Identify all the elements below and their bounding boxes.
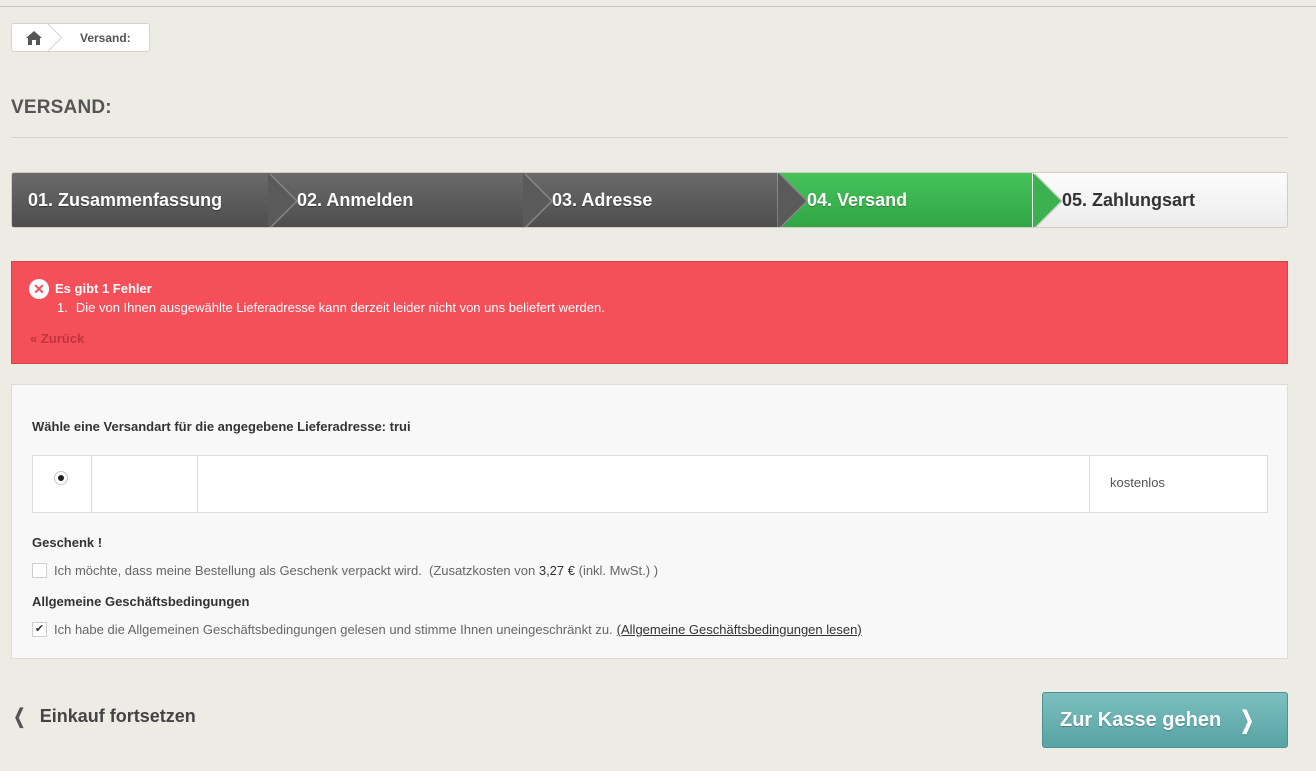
shipping-heading: Wähle eine Versandart für die angegebene…	[32, 419, 411, 434]
breadcrumb: Versand:	[11, 23, 150, 52]
page-title: VERSAND:	[11, 97, 112, 118]
title-divider	[11, 137, 1288, 138]
breadcrumb-home[interactable]	[12, 24, 56, 51]
radio-selected-dot	[58, 475, 64, 481]
checkout-steps: 01. Zusammenfassung 02. Anmelden 03. Adr…	[11, 172, 1288, 228]
step-label: 03. Adresse	[552, 189, 653, 210]
gift-option: Ich möchte, dass meine Bestellung als Ge…	[32, 563, 658, 578]
terms-title: Allgemeine Geschäftsbedingungen	[32, 594, 250, 609]
error-title: Es gibt 1 Fehler	[55, 281, 152, 296]
carrier-logo-cell	[92, 456, 198, 512]
carrier-price-cell: kostenlos	[1090, 456, 1267, 512]
chevron-right-icon: ❯	[1240, 706, 1255, 734]
checkout-button-label: Zur Kasse gehen	[1060, 708, 1222, 731]
chevron-left-icon: ❮	[13, 706, 26, 728]
breadcrumb-current: Versand:	[80, 30, 131, 45]
step-label: 02. Anmelden	[297, 189, 414, 210]
error-item: 1. Die von Ihnen ausgewählte Lieferadress…	[57, 300, 605, 315]
gift-label-end: (inkl. MwSt.) )	[575, 563, 659, 578]
step-login[interactable]: 02. Anmelden	[267, 173, 553, 227]
error-item-text: Die von Ihnen ausgewählte Lieferadresse …	[75, 300, 605, 315]
continue-shopping-link[interactable]: ❮ Einkauf fortsetzen	[11, 704, 196, 729]
carrier-radio[interactable]	[54, 471, 68, 485]
carrier-radio-cell	[33, 456, 92, 512]
gift-price: 3,27 €	[538, 563, 575, 578]
step-label: 04. Versand	[807, 189, 908, 210]
terms-checkbox[interactable]: ✔	[32, 622, 47, 637]
gift-label-start: Ich möchte, dass meine Bestellung als Ge…	[54, 563, 539, 578]
step-summary[interactable]: 01. Zusammenfassung	[12, 173, 298, 227]
carrier-description-cell	[198, 456, 1090, 512]
close-circle-icon: ✕	[29, 279, 49, 299]
checkout-button[interactable]: Zur Kasse gehen ❯	[1042, 692, 1288, 748]
carrier-option-row[interactable]: kostenlos	[32, 455, 1268, 513]
step-label: 05. Zahlungsart	[1062, 189, 1196, 210]
terms-link[interactable]: (Allgemeine Geschäftsbedingungen lesen)	[617, 622, 862, 637]
error-alert: ✕ Es gibt 1 Fehler 1. Die von Ihnen ausge…	[11, 261, 1288, 364]
step-label: 01. Zusammenfassung	[28, 189, 223, 210]
terms-label: Ich habe die Allgemeinen Geschäftsbeding…	[54, 622, 613, 637]
gift-title: Geschenk !	[32, 535, 103, 550]
carrier-price: kostenlos	[1110, 475, 1165, 490]
step-shipping: 04. Versand	[777, 173, 1063, 227]
continue-shopping-label: Einkauf fortsetzen	[39, 706, 196, 726]
gift-checkbox[interactable]	[32, 563, 47, 578]
back-link[interactable]: « Zurück	[30, 331, 84, 346]
terms-option: ✔ Ich habe die Allgemeinen Geschäftsbedi…	[32, 622, 862, 637]
top-divider	[0, 6, 1316, 7]
checkmark-icon: ✔	[34, 623, 45, 635]
home-icon	[26, 30, 42, 45]
step-payment: 05. Zahlungsart	[1032, 173, 1287, 227]
step-address[interactable]: 03. Adresse	[522, 173, 808, 227]
error-item-number: 1.	[57, 300, 68, 315]
shipping-panel: Wähle eine Versandart für die angegebene…	[11, 384, 1288, 659]
